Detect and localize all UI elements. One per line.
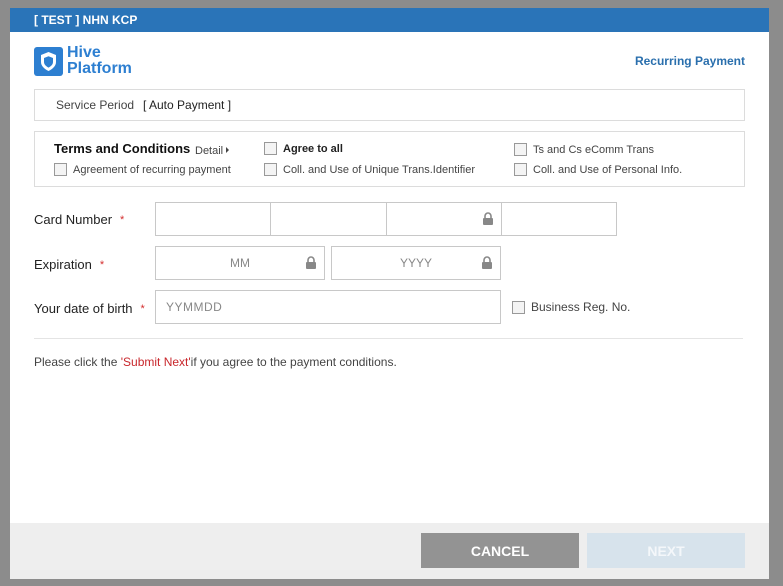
agree-all-label: Agree to all: [283, 142, 343, 155]
personal-info-label: Coll. and Use of Personal Info.: [533, 163, 683, 176]
recurring-agreement-label: Agreement of recurring payment: [73, 163, 231, 176]
divider: [34, 338, 743, 339]
card-number-input-3[interactable]: [386, 203, 502, 235]
recurring-agreement-checkbox[interactable]: Agreement of recurring payment: [54, 163, 231, 176]
dob-text: Your date of birth: [34, 301, 133, 316]
header: Hive Platform Recurring Payment: [10, 32, 769, 90]
checkbox-box[interactable]: [512, 300, 525, 314]
service-period-label: Service Period: [56, 98, 135, 112]
expiration-year-input[interactable]: YYYY: [331, 246, 501, 280]
terms-title: Terms and Conditions: [54, 141, 191, 156]
terms-box: Terms and Conditions Detail Agree to all…: [34, 131, 745, 187]
business-reg-checkbox[interactable]: Business Reg. No.: [512, 300, 630, 314]
checkbox-box[interactable]: [514, 163, 527, 176]
service-period-value: [ Auto Payment ]: [143, 98, 232, 112]
lock-icon: [482, 212, 493, 225]
month-placeholder: MM: [230, 256, 250, 270]
agree-all-checkbox[interactable]: Agree to all: [264, 142, 343, 155]
lock-icon: [482, 256, 492, 269]
submit-notice: Please click the 'Submit Next'if you agr…: [34, 355, 397, 369]
card-number-input-2[interactable]: [271, 203, 387, 235]
detail-arrow-icon: [226, 147, 230, 153]
dob-placeholder: YYMMDD: [166, 300, 223, 314]
service-period-box: Service Period [ Auto Payment ]: [34, 89, 745, 121]
unique-identifier-checkbox[interactable]: Coll. and Use of Unique Trans.Identifier: [264, 163, 475, 176]
business-reg-label: Business Reg. No.: [531, 300, 631, 314]
lock-icon: [306, 256, 316, 269]
window-title: [ TEST ] NHN KCP: [10, 8, 769, 32]
expiration-text: Expiration: [34, 257, 92, 272]
cancel-button[interactable]: CANCEL: [421, 533, 579, 568]
dob-input[interactable]: YYMMDD: [155, 290, 501, 324]
logo-line-1: Hive: [67, 44, 101, 61]
next-button[interactable]: NEXT: [587, 533, 745, 568]
required-mark: *: [140, 303, 145, 315]
terms-ecomm-label: Ts and Cs eComm Trans: [533, 143, 655, 156]
hive-logo-icon: [34, 46, 63, 76]
card-number-text: Card Number: [34, 212, 113, 227]
required-mark: *: [99, 259, 105, 271]
year-placeholder: YYYY: [399, 256, 432, 270]
checkbox-box[interactable]: [264, 142, 277, 155]
logo-line-2: Platform: [67, 60, 132, 77]
payment-dialog: [ TEST ] NHN KCP Hive Platform Recurring…: [10, 8, 769, 579]
notice-prefix: Please click the: [34, 355, 121, 369]
card-number-input-4[interactable]: [501, 203, 616, 235]
personal-info-checkbox[interactable]: Coll. and Use of Personal Info.: [514, 163, 682, 176]
unique-identifier-label: Coll. and Use of Unique Trans.Identifier: [283, 163, 475, 176]
hive-platform-logo: Hive Platform: [34, 45, 132, 77]
card-number-label: Card Number *: [34, 212, 124, 227]
notice-highlight: 'Submit Next': [120, 355, 191, 369]
logo-wordmark: Hive Platform: [67, 45, 132, 77]
terms-detail-link[interactable]: Detail: [195, 145, 230, 157]
checkbox-box[interactable]: [264, 163, 277, 176]
checkbox-box[interactable]: [54, 163, 67, 176]
recurring-payment-label: Recurring Payment: [634, 54, 745, 68]
dob-label: Your date of birth *: [34, 301, 145, 316]
notice-suffix: if you agree to the payment conditions.: [190, 355, 397, 369]
expiration-month-input[interactable]: MM: [155, 246, 325, 280]
expiration-label: Expiration *: [34, 257, 104, 272]
required-mark: *: [120, 214, 125, 226]
checkbox-box[interactable]: [514, 143, 527, 156]
card-number-field: [155, 202, 617, 236]
card-number-input-1[interactable]: [156, 203, 272, 235]
terms-ecomm-checkbox[interactable]: Ts and Cs eComm Trans: [514, 143, 654, 156]
terms-detail-label: Detail: [195, 145, 224, 157]
dialog-footer: CANCEL NEXT: [10, 523, 769, 579]
